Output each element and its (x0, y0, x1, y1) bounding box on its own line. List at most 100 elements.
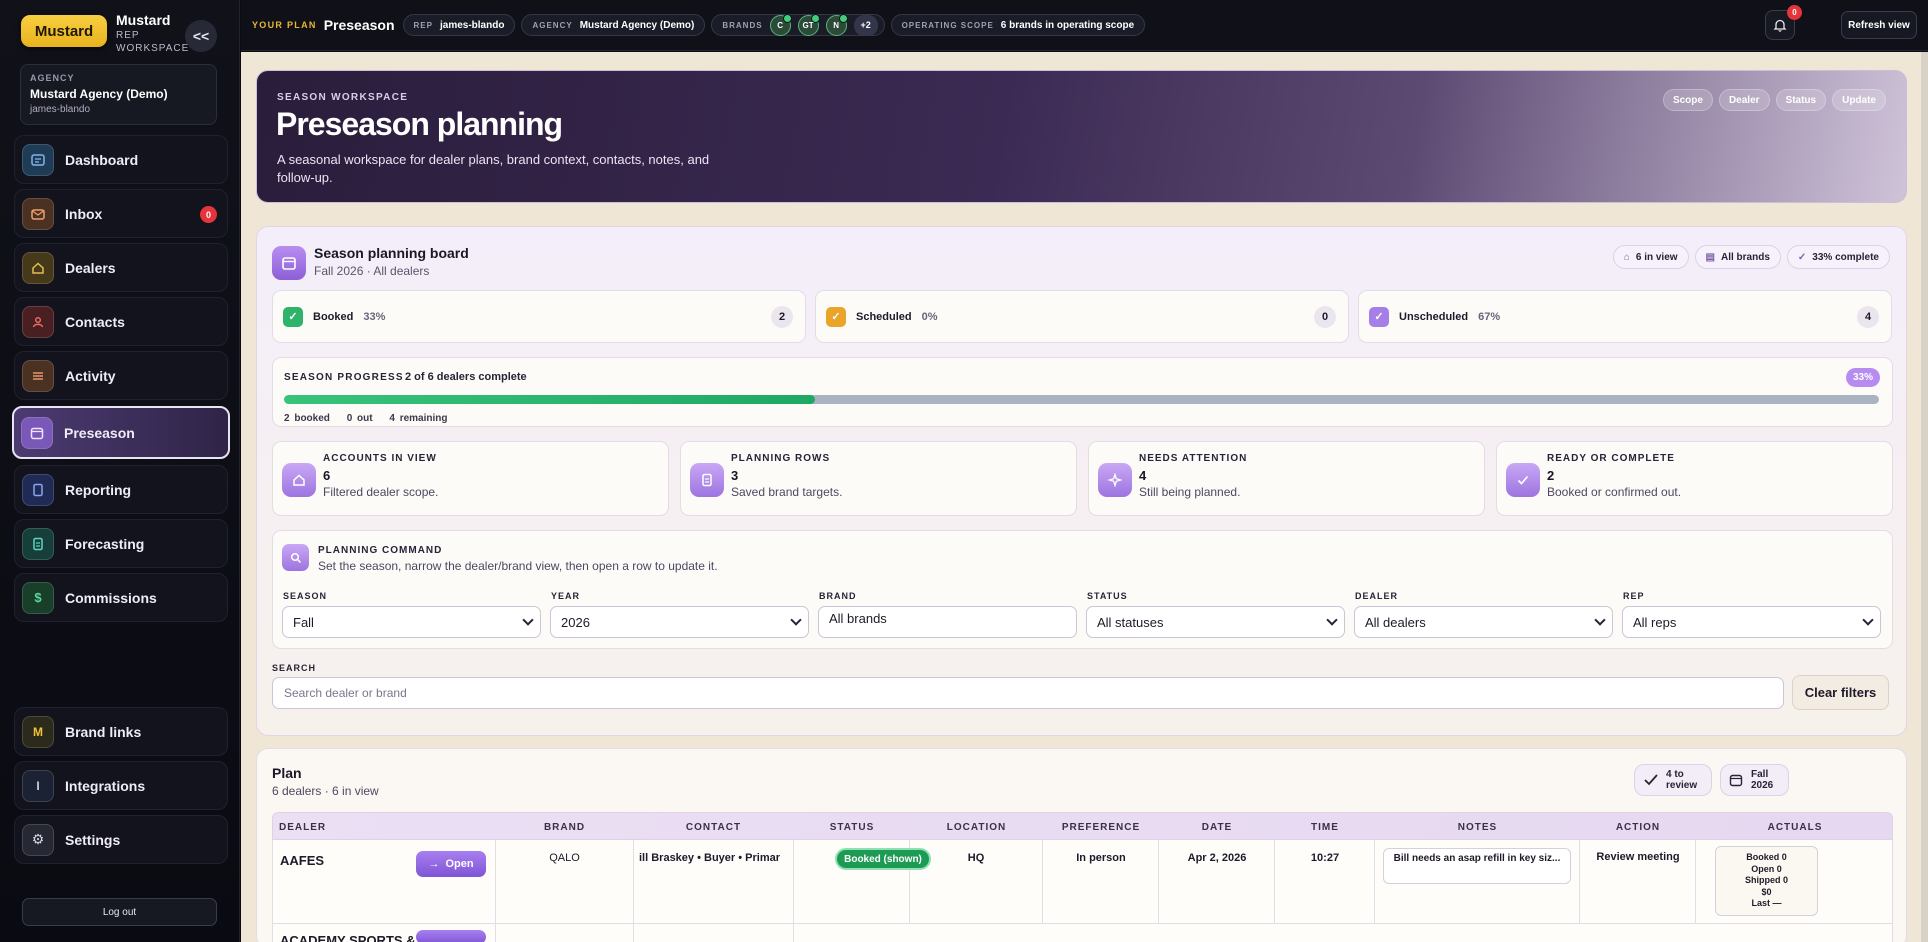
status-select[interactable]: All statuses (1086, 606, 1345, 638)
rep-chip-value: james-blando (439, 19, 505, 31)
brand-badge[interactable]: GT (797, 13, 820, 36)
column-header-preference[interactable]: PREFERENCE (1043, 822, 1159, 833)
sidebar-item-label: Preseason (64, 424, 135, 441)
column-header-status[interactable]: STATUS (794, 822, 910, 833)
column-header-location[interactable]: LOCATION (910, 822, 1043, 833)
all-brands-chip: ▤ All brands (1694, 245, 1781, 269)
to-review-chip[interactable]: 4 to review (1634, 764, 1712, 796)
action-cell[interactable]: Review meeting (1580, 851, 1696, 863)
complete-chip: ✓ 33% complete (1786, 245, 1890, 269)
agency-chip[interactable]: AGENCY Mustard Agency (Demo) (521, 14, 706, 36)
sidebar-item-reporting[interactable]: Reporting (14, 465, 228, 514)
sparkle-icon (1098, 463, 1132, 497)
sidebar-item-label: Dealers (65, 259, 116, 276)
collapse-sidebar-button[interactable]: << (185, 20, 217, 52)
progress-value: 2 of 6 dealers complete (405, 371, 527, 383)
clear-filters-button[interactable]: Clear filters (1792, 675, 1889, 710)
dealer-pill[interactable]: Dealer (1718, 89, 1770, 111)
column-header-dealer[interactable]: DEALER (279, 822, 326, 833)
brands-chip[interactable]: BRANDS C GT N +2 (711, 13, 885, 36)
plan-table-card: Plan 6 dealers · 6 in view 4 to review F… (256, 748, 1907, 942)
notes-cell[interactable]: Bill needs an asap refill in key siz... (1383, 848, 1571, 884)
column-header-actuals[interactable]: ACTUALS (1696, 822, 1894, 833)
dealer-select[interactable]: All dealers (1354, 606, 1613, 638)
date-cell: Apr 2, 2026 (1187, 852, 1247, 864)
metric-desc: Filtered dealer scope. (323, 485, 439, 499)
status-pill[interactable]: Status (1775, 89, 1827, 111)
stat-percent: 0% (921, 310, 938, 323)
brand-input[interactable]: All brands (818, 606, 1077, 638)
season-select[interactable]: Fall (282, 606, 541, 638)
rep-chip[interactable]: REP james-blando (402, 14, 516, 36)
brand-badge[interactable]: C (769, 13, 792, 36)
chevron-down-icon (522, 614, 534, 626)
check-icon: ✓ (1369, 306, 1389, 327)
sidebar-item-dealers[interactable]: Dealers (14, 243, 228, 292)
notifications-button[interactable]: 0 (1765, 5, 1802, 40)
year-select[interactable]: 2026 (550, 606, 809, 638)
sidebar-item-dashboard[interactable]: Dashboard (14, 135, 228, 184)
sidebar-item-preseason[interactable]: Preseason (12, 406, 230, 459)
contact-cell[interactable]: ill Braskey • Buyer • Primar (639, 852, 789, 864)
metric-desc: Booked or confirmed out. (1547, 485, 1682, 499)
filter-label: SEASON (283, 591, 328, 601)
sidebar-item-contacts[interactable]: Contacts (14, 297, 228, 346)
sidebar-item-commissions[interactable]: $ Commissions (14, 573, 228, 622)
column-header-time[interactable]: TIME (1275, 822, 1375, 833)
sidebar-item-settings[interactable]: ⚙ Settings (14, 815, 228, 864)
sidebar-item-inbox[interactable]: Inbox 0 (14, 189, 228, 238)
brand-more-badge[interactable]: +2 (853, 14, 878, 36)
stat-unscheduled[interactable]: ✓ Unscheduled 67% 4 (1358, 290, 1892, 343)
refresh-view-button[interactable]: Refresh view (1841, 11, 1917, 39)
stat-percent: 67% (1478, 310, 1501, 323)
column-header-action[interactable]: ACTION (1580, 822, 1696, 833)
rep-select[interactable]: All reps (1622, 606, 1881, 638)
agency-label: AGENCY (30, 73, 75, 83)
open-row-button[interactable] (416, 930, 486, 942)
agency-user: james-blando (30, 104, 91, 115)
progress-label: SEASON PROGRESS (284, 372, 404, 383)
stat-booked[interactable]: ✓ Booked 33% 2 (272, 290, 806, 343)
agency-card[interactable]: AGENCY Mustard Agency (Demo) james-bland… (20, 64, 217, 125)
sidebar-item-activity[interactable]: Activity (14, 351, 228, 400)
table-row[interactable]: AAFES → Open QALO ill Braskey • Buyer • P… (272, 840, 1893, 924)
open-row-button[interactable]: → Open (416, 851, 486, 877)
filter-label: YEAR (551, 591, 581, 601)
document-icon: ▤ (1705, 251, 1715, 263)
sidebar-item-forecasting[interactable]: Forecasting (14, 519, 228, 568)
column-header-date[interactable]: DATE (1159, 822, 1275, 833)
hero-kicker: SEASON WORKSPACE (277, 92, 409, 103)
metric-needs-attention: NEEDS ATTENTION 4 Still being planned. (1088, 441, 1485, 516)
update-pill[interactable]: Update (1832, 89, 1886, 111)
metric-planning-rows: PLANNING ROWS 3 Saved brand targets. (680, 441, 1077, 516)
brand-logo-pill[interactable]: Mustard (21, 15, 107, 47)
command-desc: Set the season, narrow the dealer/brand … (318, 559, 718, 573)
brand-links-icon: M (22, 715, 54, 748)
logout-button[interactable]: Log out (22, 898, 217, 926)
stat-scheduled[interactable]: ✓ Scheduled 0% 0 (815, 290, 1349, 343)
top-bar: YOUR PLAN Preseason REP james-blando AGEN… (241, 0, 1928, 51)
page-scrollbar[interactable] (1921, 52, 1928, 942)
table-row[interactable]: ACADEMY SPORTS & (272, 924, 1893, 942)
scope-pill[interactable]: Scope (1662, 89, 1713, 111)
sidebar-item-label: Commissions (65, 589, 157, 606)
season-chip[interactable]: Fall 2026 (1720, 764, 1789, 796)
progress-fill (284, 395, 816, 404)
season-progress-card: SEASON PROGRESS 2 of 6 dealers complete … (272, 357, 1893, 427)
column-header-notes[interactable]: NOTES (1375, 822, 1580, 833)
time-cell: 10:27 (1310, 852, 1340, 864)
home-icon (282, 463, 316, 497)
sidebar-item-integrations[interactable]: I Integrations (14, 761, 228, 810)
brands-chip-label: BRANDS (722, 20, 763, 30)
search-input[interactable]: Search dealer or brand (272, 677, 1784, 709)
column-header-contact[interactable]: CONTACT (634, 822, 793, 833)
progress-bar (284, 395, 1879, 404)
actuals-booked: Booked 0 (1746, 852, 1787, 862)
remaining-count: 4 remaining (389, 413, 448, 424)
scope-chip-value: 6 brands in operating scope (1000, 19, 1135, 31)
inbox-count-badge: 0 (200, 206, 217, 223)
sidebar-item-brand-links[interactable]: M Brand links (14, 707, 228, 756)
column-header-brand[interactable]: BRAND (496, 822, 633, 833)
select-value: 2026 (561, 614, 590, 630)
brand-badge[interactable]: N (825, 13, 848, 36)
